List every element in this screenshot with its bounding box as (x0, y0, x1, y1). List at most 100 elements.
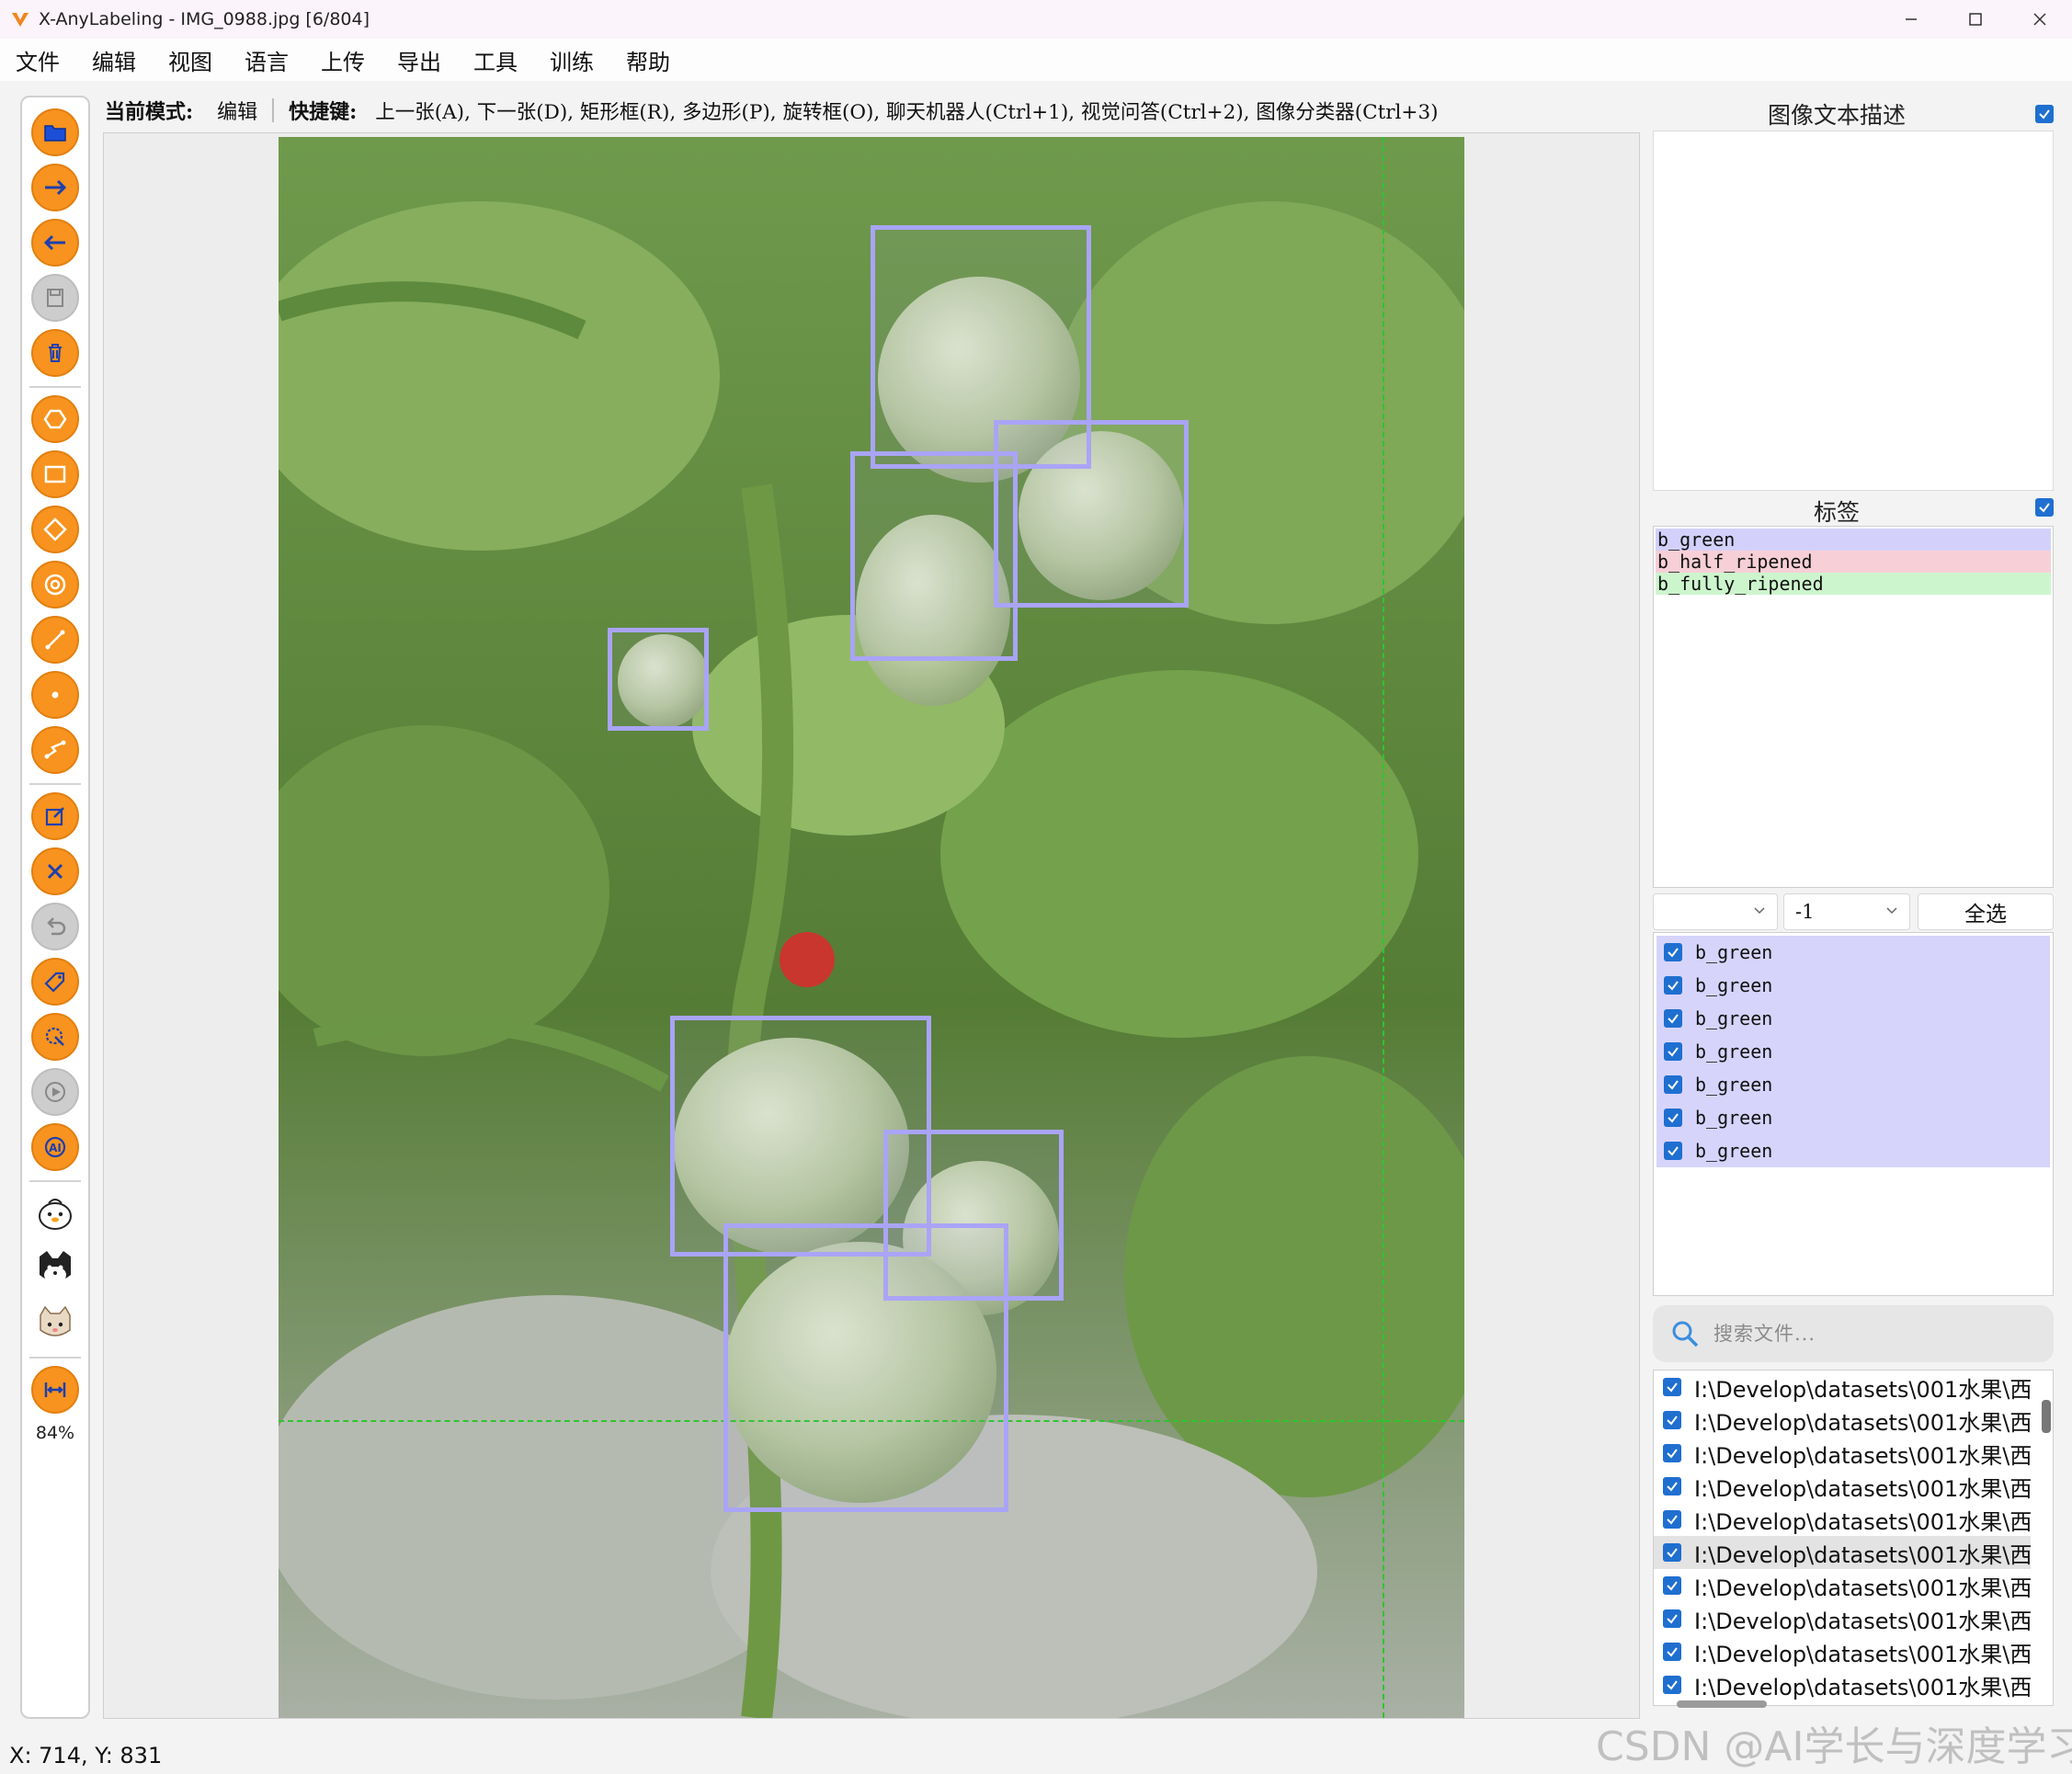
line-tool-button[interactable] (31, 616, 79, 664)
file-list-item[interactable]: I:\Develop\datasets\001水果\西红柿 (1654, 1370, 2031, 1404)
run-button[interactable] (31, 1068, 79, 1116)
file-list-item[interactable]: I:\Develop\datasets\001水果\西红柿 (1654, 1569, 2031, 1602)
classifier-button[interactable] (31, 1300, 79, 1348)
group-select-icon (45, 1027, 64, 1046)
shape-label: b_green (1695, 1074, 1773, 1096)
labels-dock-toggle[interactable] (2035, 498, 2054, 517)
file-checkbox[interactable] (1663, 1411, 1681, 1429)
menu-upload[interactable]: 上传 (311, 44, 375, 76)
visibility-checkbox[interactable] (1664, 1009, 1682, 1028)
group-select-button[interactable] (31, 1013, 79, 1061)
description-panel-title: 图像文本描述 (1767, 102, 1906, 129)
description-textbox[interactable] (1653, 131, 2054, 491)
bbox-b-green[interactable] (608, 628, 709, 731)
save-button[interactable] (31, 274, 79, 322)
file-list-scrollbar[interactable] (2042, 1400, 2051, 1433)
mode-value: 编辑 (217, 101, 258, 124)
maximize-button[interactable] (1943, 0, 2008, 39)
visibility-checkbox[interactable] (1664, 1075, 1682, 1094)
shape-list-item[interactable]: b_green (1656, 1002, 2050, 1035)
delete-shape-button[interactable] (31, 847, 79, 895)
menu-view[interactable]: 视图 (158, 44, 222, 76)
undo-button[interactable] (31, 903, 79, 950)
minimize-button[interactable] (1879, 0, 1943, 39)
shape-list-item[interactable]: b_green (1656, 1035, 2050, 1068)
label-filter-select[interactable] (1653, 893, 1778, 930)
ai-button[interactable]: AI (31, 1123, 79, 1171)
circle-tool-button[interactable] (31, 561, 79, 608)
visibility-checkbox[interactable] (1664, 1142, 1682, 1160)
visibility-checkbox[interactable] (1664, 976, 1682, 995)
bbox-b-green[interactable] (850, 451, 1018, 661)
select-all-button[interactable]: 全选 (1918, 893, 2054, 930)
file-list-item[interactable]: I:\Develop\datasets\001水果\西红柿 (1654, 1635, 2031, 1668)
prev-image-button[interactable] (31, 219, 79, 267)
description-dock-toggle[interactable] (2035, 105, 2054, 123)
linestrip-tool-button[interactable] (31, 726, 79, 774)
file-list-item[interactable]: I:\Develop\datasets\001水果\西红柿 (1654, 1437, 2031, 1470)
shape-list-item[interactable]: b_green (1656, 969, 2050, 1002)
group-filter-select[interactable]: -1 (1783, 893, 1910, 930)
file-checkbox[interactable] (1663, 1444, 1681, 1462)
menu-file[interactable]: 文件 (6, 44, 70, 76)
polygon-tool-button[interactable] (31, 395, 79, 443)
run-icon (45, 1082, 65, 1102)
close-button[interactable] (2008, 0, 2072, 39)
point-tool-button[interactable] (31, 671, 79, 719)
file-list-item[interactable]: I:\Develop\datasets\001水果\西红柿 (1654, 1602, 2031, 1635)
file-checkbox[interactable] (1663, 1609, 1681, 1628)
file-path: I:\Develop\datasets\001水果\西红柿 (1694, 1575, 2031, 1601)
file-list-item-selected[interactable]: I:\Develop\datasets\001水果\西红柿 (1654, 1536, 2031, 1569)
vqa-button[interactable] (31, 1245, 79, 1292)
label-item-b-green[interactable]: b_green (1656, 529, 2051, 551)
file-checkbox[interactable] (1663, 1378, 1681, 1396)
menu-tools[interactable]: 工具 (463, 44, 528, 76)
file-list-item[interactable]: I:\Develop\datasets\001水果\西红柿 (1654, 1404, 2031, 1437)
shape-label: b_green (1695, 1041, 1773, 1063)
edit-button[interactable] (31, 792, 79, 840)
shape-list: b_green b_green b_green b_green b_green … (1653, 932, 2054, 1296)
file-checkbox[interactable] (1663, 1676, 1681, 1694)
menu-language[interactable]: 语言 (234, 44, 299, 76)
file-list-item[interactable]: I:\Develop\datasets\001水果\西红柿 (1654, 1503, 2031, 1536)
file-list-item[interactable]: I:\Develop\datasets\001水果\西红柿 (1654, 1470, 2031, 1503)
menu-edit[interactable]: 编辑 (82, 44, 146, 76)
menu-help[interactable]: 帮助 (616, 44, 680, 76)
shape-list-item[interactable]: b_green (1656, 936, 2050, 969)
app-logo-icon (12, 13, 28, 27)
fit-width-button[interactable] (31, 1366, 79, 1414)
label-item-b-half-ripened[interactable]: b_half_ripened (1656, 551, 2051, 573)
visibility-checkbox[interactable] (1664, 1109, 1682, 1127)
checkmark-icon (1668, 948, 1679, 958)
rectangle-tool-button[interactable] (31, 450, 79, 498)
file-path: I:\Develop\datasets\001水果\西红柿 (1694, 1674, 2031, 1700)
annotation-canvas[interactable] (103, 132, 1640, 1719)
file-checkbox[interactable] (1663, 1477, 1681, 1495)
next-image-button[interactable] (31, 164, 79, 211)
file-checkbox[interactable] (1663, 1643, 1681, 1661)
visibility-checkbox[interactable] (1664, 943, 1682, 961)
bbox-b-green[interactable] (723, 1223, 1008, 1512)
chatbot-button[interactable] (31, 1189, 79, 1237)
menu-export[interactable]: 导出 (387, 44, 451, 76)
file-list-hscrollbar[interactable] (1677, 1700, 1767, 1708)
shape-list-item[interactable]: b_green (1656, 1101, 2050, 1134)
file-checkbox[interactable] (1663, 1510, 1681, 1529)
file-search-input[interactable] (1713, 1323, 2026, 1345)
file-checkbox[interactable] (1663, 1576, 1681, 1595)
delete-file-button[interactable] (31, 329, 79, 377)
label-item-b-fully-ripened[interactable]: b_fully_ripened (1656, 573, 2051, 595)
shape-list-item[interactable]: b_green (1656, 1068, 2050, 1101)
menu-train[interactable]: 训练 (540, 44, 604, 76)
rectangle-icon (44, 465, 66, 483)
file-list-item[interactable]: I:\Develop\datasets\001水果\西红柿 (1654, 1668, 2031, 1701)
circle-icon (44, 574, 66, 596)
shape-list-item[interactable]: b_green (1656, 1134, 2050, 1167)
visibility-checkbox[interactable] (1664, 1042, 1682, 1061)
bbox-b-green[interactable] (994, 420, 1189, 608)
file-checkbox[interactable] (1663, 1543, 1681, 1562)
open-folder-button[interactable] (31, 108, 79, 156)
vqa-icon (40, 1251, 71, 1283)
rotation-tool-button[interactable] (31, 506, 79, 553)
auto-label-button[interactable] (31, 958, 79, 1006)
